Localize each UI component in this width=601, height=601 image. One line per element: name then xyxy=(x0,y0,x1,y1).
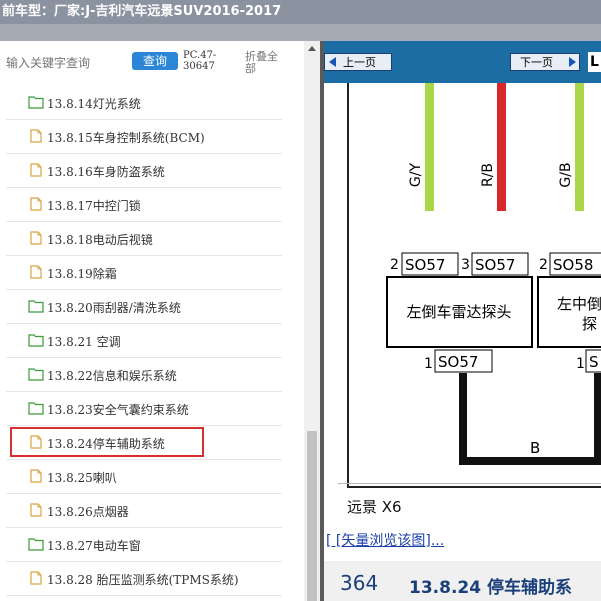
section-header: 364 13.8.24 停车辅助系 xyxy=(324,561,601,601)
connector-label: SO57 xyxy=(405,256,445,274)
document-icon xyxy=(30,197,42,211)
tree-item[interactable]: 13.8.14灯光系统 xyxy=(6,86,282,120)
tree-item[interactable]: 13.8.22信息和娱乐系统 xyxy=(6,358,282,392)
tree-item[interactable]: 13.8.15车身控制系统(BCM) xyxy=(6,120,282,154)
tree-item-label: 13.8.28 胎压监测系统(TPMS系统) xyxy=(47,573,239,587)
arrow-left-icon xyxy=(329,57,336,67)
left-center-sensor-label: 左中倒 xyxy=(557,295,601,313)
nav-extra-button[interactable]: L xyxy=(588,52,601,72)
tree-item-label: 13.8.22信息和娱乐系统 xyxy=(47,369,177,383)
document-icon xyxy=(30,571,42,585)
tree-item-label: 13.8.15车身控制系统(BCM) xyxy=(47,131,205,145)
document-icon xyxy=(30,129,42,143)
diagram-frame-bottom xyxy=(347,486,601,488)
wire-gy xyxy=(425,83,434,211)
collapse-all-button[interactable]: 折叠全部 xyxy=(245,51,285,75)
pin-number: 1 xyxy=(424,356,433,372)
tree-item[interactable]: 13.8.17中控门锁 xyxy=(6,188,282,222)
tree-item[interactable]: 13.8.23安全气囊约束系统 xyxy=(6,392,282,426)
tree-item-label: 13.8.25喇叭 xyxy=(47,471,117,485)
connector-label: SO58 xyxy=(553,256,593,274)
pin-number: 1 xyxy=(576,356,585,372)
search-bar: 查询 PC.47- 30647 折叠全部 xyxy=(0,41,304,89)
ground-wire-horizontal xyxy=(459,457,601,465)
right-pane: 上一页 下一页 L G/Y R/B G/B 2 SO57 3 SO57 2 SO… xyxy=(324,41,601,601)
ground-wire-right xyxy=(594,373,601,465)
tree-item[interactable]: 13.8.18电动后视镜 xyxy=(6,222,282,256)
scroll-up-icon[interactable] xyxy=(308,46,316,51)
ground-wire-label: B xyxy=(530,439,540,457)
tree-item-label: 13.8.21 空调 xyxy=(47,335,121,349)
pin-number: 2 xyxy=(539,257,548,273)
folder-green-icon xyxy=(28,538,44,551)
code-line-1: PC.47- xyxy=(183,50,217,61)
folder-green-icon xyxy=(28,402,44,415)
document-icon xyxy=(30,265,42,279)
search-input[interactable] xyxy=(6,54,126,72)
tree-item-label: 13.8.18电动后视镜 xyxy=(47,233,153,247)
document-icon xyxy=(30,469,42,483)
tree-item-label: 13.8.16车身防盗系统 xyxy=(47,165,165,179)
tree-item[interactable]: 13.8.20雨刮器/清洗系统 xyxy=(6,290,282,324)
wire-label-gb: G/B xyxy=(558,162,574,187)
connector-label: SO57 xyxy=(438,353,478,371)
pin-number: 3 xyxy=(461,257,470,273)
window-title: 前车型：厂家:J-吉利汽车远景SUV2016-2017 xyxy=(2,4,282,19)
wire-label-gy: G/Y xyxy=(408,162,424,187)
pin-number: 2 xyxy=(390,257,399,273)
prev-page-label: 上一页 xyxy=(343,56,376,69)
tree-item[interactable]: 13.8.19除霜 xyxy=(6,256,282,290)
next-page-label: 下一页 xyxy=(520,56,553,69)
folder-green-icon xyxy=(28,334,44,347)
tree-item-label: 13.8.14灯光系统 xyxy=(47,97,141,111)
folder-green-icon xyxy=(28,300,44,313)
tree-item-label: 13.8.26点烟器 xyxy=(47,505,129,519)
folder-green-icon xyxy=(28,96,44,109)
arrow-right-icon xyxy=(569,57,576,67)
wire-rb xyxy=(497,83,506,211)
folder-green-icon xyxy=(28,368,44,381)
ground-wire-vertical xyxy=(459,373,467,465)
connector-label: SO57 xyxy=(475,256,515,274)
tree-item-label: 13.8.27电动车窗 xyxy=(47,539,141,553)
tree-item[interactable]: 13.8.27电动车窗 xyxy=(6,528,282,562)
tree-item-label: 13.8.20雨刮器/清洗系统 xyxy=(47,301,181,315)
section-title: 13.8.24 停车辅助系 xyxy=(409,578,572,598)
tree-item-label: 13.8.17中控门锁 xyxy=(47,199,141,213)
diagram-frame-left xyxy=(347,83,349,488)
left-center-sensor-label-2: 探 xyxy=(582,315,597,333)
tree-item[interactable]: 13.8.25喇叭 xyxy=(6,460,282,494)
selected-item-highlight xyxy=(10,427,204,457)
scroll-thumb[interactable] xyxy=(307,431,317,601)
wire-label-rb: R/B xyxy=(480,163,496,187)
code-label: PC.47- 30647 xyxy=(183,50,233,72)
window-title-bar: 前车型：厂家:J-吉利汽车远景SUV2016-2017 xyxy=(0,0,601,41)
query-button[interactable]: 查询 xyxy=(132,52,178,70)
wiring-diagram: G/Y R/B G/B 2 SO57 3 SO57 2 SO58 左倒车雷达探头… xyxy=(347,83,601,488)
document-icon xyxy=(30,231,42,245)
connector-label: S xyxy=(589,353,599,371)
caption-separator xyxy=(338,483,601,484)
left-radar-sensor-label: 左倒车雷达探头 xyxy=(406,303,511,321)
diagram-caption: 远景 X6 xyxy=(347,498,402,516)
wire-gb xyxy=(575,83,584,211)
tree-item[interactable]: 13.8.21 空调 xyxy=(6,324,282,358)
tree-item[interactable]: 13.8.16车身防盗系统 xyxy=(6,154,282,188)
tree-item-label: 13.8.19除霜 xyxy=(47,267,117,281)
vector-view-link[interactable]: [ [矢量浏览该图]... xyxy=(326,530,444,550)
title-strip xyxy=(0,24,601,41)
page-number: 364 xyxy=(340,571,379,595)
tree-item[interactable]: 13.8.28 胎压监测系统(TPMS系统) xyxy=(6,562,282,596)
next-page-button[interactable]: 下一页 xyxy=(510,53,580,71)
tree-item-label: 13.8.23安全气囊约束系统 xyxy=(47,403,189,417)
document-icon xyxy=(30,503,42,517)
tree-item[interactable]: 13.8.26点烟器 xyxy=(6,494,282,528)
tree-scrollbar[interactable] xyxy=(304,41,320,601)
page-nav-bar: 上一页 下一页 L xyxy=(324,41,601,83)
code-line-2: 30647 xyxy=(183,61,215,72)
document-icon xyxy=(30,163,42,177)
prev-page-button[interactable]: 上一页 xyxy=(324,53,392,71)
left-pane: 查询 PC.47- 30647 折叠全部 13.8.14灯光系统 13.8.15车… xyxy=(0,41,320,601)
